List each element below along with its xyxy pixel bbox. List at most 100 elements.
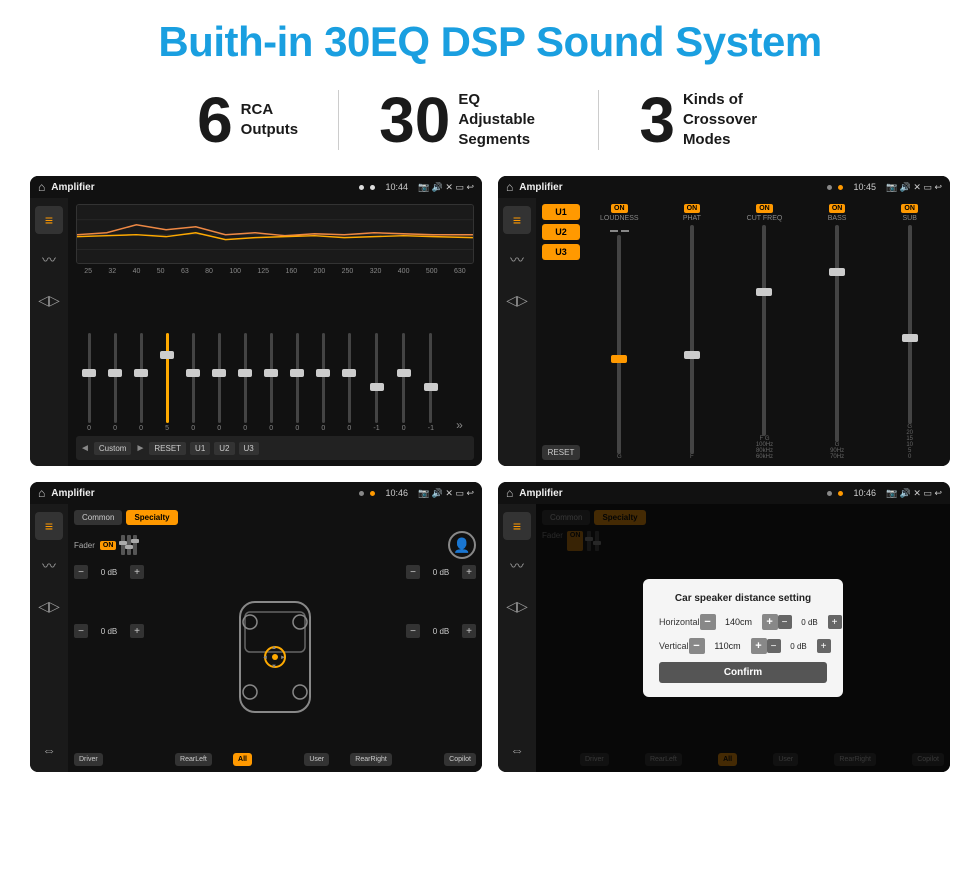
horizontal-minus[interactable]: − <box>700 614 716 630</box>
dot-1 <box>359 185 364 190</box>
db2-plus[interactable]: + <box>817 639 831 653</box>
vol-rl-minus[interactable]: − <box>74 624 88 638</box>
on-cutfreq[interactable]: ON <box>756 204 773 213</box>
app-name-2: Amplifier <box>519 182 821 193</box>
sidebar-arrows-3[interactable]: ⇔ <box>35 736 63 764</box>
freq-sub: G20151050 <box>906 424 913 460</box>
eq-u3-btn[interactable]: U3 <box>239 442 259 455</box>
status-icons-3: 📷 🔊 ✕ ▭ ↩ <box>418 488 474 499</box>
preset-u3[interactable]: U3 <box>542 244 580 260</box>
eq-reset-btn[interactable]: RESET <box>149 442 186 455</box>
slider-phat[interactable] <box>690 225 694 454</box>
home-icon-3[interactable]: ⌂ <box>38 486 45 500</box>
sidebar-eq-icon-4[interactable]: ≡ <box>503 512 531 540</box>
sidebar-wave-icon[interactable]: 〰 <box>35 246 63 274</box>
screen-modal: ⌂ Amplifier 10:46 📷 🔊 ✕ ▭ ↩ ≡ 〰 ◁▷ ⇔ Com… <box>498 482 950 772</box>
vol-rl-plus[interactable]: + <box>130 624 144 638</box>
eq-graph <box>76 204 474 264</box>
slider-bass[interactable] <box>835 225 839 442</box>
vol-rr-plus[interactable]: + <box>462 624 476 638</box>
sidebar-vol-icon-2[interactable]: ◁▷ <box>503 286 531 314</box>
amp2-reset[interactable]: RESET <box>542 445 580 460</box>
sidebar-wave-icon-4[interactable]: 〰 <box>503 552 531 580</box>
sidebar-vol-icon[interactable]: ◁▷ <box>35 286 63 314</box>
slider-sub[interactable] <box>908 225 912 424</box>
sidebar-eq-icon[interactable]: ≡ <box>35 206 63 234</box>
vol-row-rl: − 0 dB + <box>74 624 144 638</box>
sidebar-vol-icon-4[interactable]: ◁▷ <box>503 592 531 620</box>
screen3-main: Common Specialty Fader ON 👤 <box>68 504 482 772</box>
eq-prev-icon[interactable]: ◄ <box>80 443 90 454</box>
sidebar-eq-icon-3[interactable]: ≡ <box>35 512 63 540</box>
speaker-car-diagram: ▲ ▼ ◄ ► <box>150 565 400 749</box>
sidebar-4: ≡ 〰 ◁▷ ⇔ <box>498 504 536 772</box>
eq-custom-btn[interactable]: Custom <box>94 442 132 455</box>
status-bar-1: ⌂ Amplifier 10:44 📷 🔊 ✕ ▭ ↩ <box>30 176 482 198</box>
amp2-presets: U1 U2 U3 RESET <box>542 204 580 460</box>
vol-fl-minus[interactable]: − <box>74 565 88 579</box>
eq-main: 25 32 40 50 63 80 100 125 160 200 250 32… <box>68 198 482 466</box>
confirm-button[interactable]: Confirm <box>659 662 827 683</box>
on-phat[interactable]: ON <box>684 204 701 213</box>
status-icons-1: 📷 🔊 ✕ ▭ ↩ <box>418 182 474 193</box>
fader-on-badge[interactable]: ON <box>100 541 117 550</box>
eq-slider-8: 0 <box>295 333 299 432</box>
dot-2 <box>370 185 375 190</box>
vol-fl-plus[interactable]: + <box>130 565 144 579</box>
vol-rr-val: 0 dB <box>423 627 459 636</box>
freq-cutfreq: F G100Hz80kHz60kHz <box>756 436 773 460</box>
sidebar-wave-icon-3[interactable]: 〰 <box>35 552 63 580</box>
vol-rr-minus[interactable]: − <box>406 624 420 638</box>
sidebar-vol-icon-3[interactable]: ◁▷ <box>35 592 63 620</box>
eq-next-icon[interactable]: ► <box>135 443 145 454</box>
svg-text:▲: ▲ <box>271 645 277 651</box>
sidebar-wave-icon-2[interactable]: 〰 <box>503 246 531 274</box>
label-cutfreq: CUT FREQ <box>747 215 783 222</box>
preset-u2[interactable]: U2 <box>542 224 580 240</box>
copilot-btn[interactable]: Copilot <box>444 753 476 766</box>
tab-common-3[interactable]: Common <box>74 510 122 525</box>
eq-slider-4: 0 <box>191 333 195 432</box>
eq-graph-svg <box>77 205 473 264</box>
all-btn[interactable]: All <box>233 753 252 766</box>
home-icon-4[interactable]: ⌂ <box>506 486 513 500</box>
slider-cutfreq[interactable] <box>762 225 766 436</box>
eq-u1-btn[interactable]: U1 <box>190 442 210 455</box>
sidebar-arrows-4[interactable]: ⇔ <box>503 736 531 764</box>
preset-u1[interactable]: U1 <box>542 204 580 220</box>
eq-slider-6: 0 <box>243 333 247 432</box>
vol-fr-minus[interactable]: − <box>406 565 420 579</box>
home-icon-1[interactable]: ⌂ <box>38 180 45 194</box>
db1-minus[interactable]: − <box>778 615 792 629</box>
slider-loudness[interactable] <box>617 235 621 454</box>
eq-u2-btn[interactable]: U2 <box>214 442 234 455</box>
page-wrapper: Buith-in 30EQ DSP Sound System 6 RCAOutp… <box>0 0 980 881</box>
rearright-btn[interactable]: RearRight <box>350 753 392 766</box>
screen4-content: ≡ 〰 ◁▷ ⇔ Common Specialty Fader ON <box>498 504 950 772</box>
sidebar-1: ≡ 〰 ◁▷ <box>30 198 68 466</box>
control-bass: ON BASS G90Hz70Hz <box>803 204 872 460</box>
on-sub[interactable]: ON <box>901 204 918 213</box>
vol-fr-plus[interactable]: + <box>462 565 476 579</box>
driver-btn[interactable]: Driver <box>74 753 103 766</box>
db1-plus[interactable]: + <box>828 615 842 629</box>
db2-minus[interactable]: − <box>767 639 781 653</box>
freq-phat: F <box>690 454 694 460</box>
user-btn[interactable]: User <box>304 753 329 766</box>
modal-right-2: − 0 dB + <box>767 639 831 653</box>
vol-fr-val: 0 dB <box>423 568 459 577</box>
rearleft-btn[interactable]: RearLeft <box>175 753 212 766</box>
on-loudness[interactable]: ON <box>611 204 628 213</box>
home-icon-2[interactable]: ⌂ <box>506 180 513 194</box>
stats-row: 6 RCAOutputs 30 EQ AdjustableSegments 3 … <box>30 88 950 152</box>
vertical-minus[interactable]: − <box>689 638 705 654</box>
eq-labels: 25 32 40 50 63 80 100 125 160 200 250 32… <box>76 268 474 275</box>
horizontal-plus[interactable]: + <box>762 614 778 630</box>
on-bass[interactable]: ON <box>829 204 846 213</box>
tab-specialty-3[interactable]: Specialty <box>126 510 177 525</box>
sidebar-eq-icon-2[interactable]: ≡ <box>503 206 531 234</box>
label-sub: SUB <box>902 215 916 222</box>
svg-text:◄: ◄ <box>262 655 268 661</box>
eq-slider-5: 0 <box>217 333 221 432</box>
vertical-plus[interactable]: + <box>751 638 767 654</box>
